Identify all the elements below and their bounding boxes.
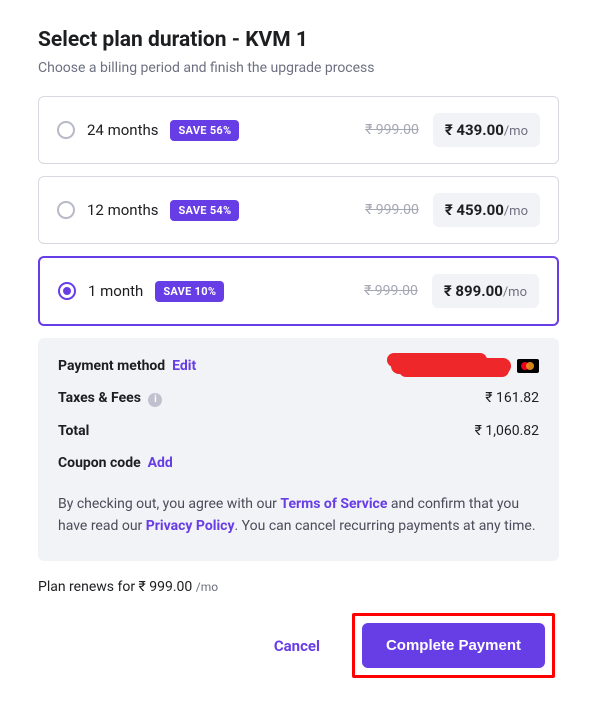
taxes-row: Taxes & Fees i ₹ 161.82 (58, 390, 539, 407)
plan-option-1-month[interactable]: 1 month SAVE 10% ₹ 999.00 ₹ 899.00/mo (38, 256, 559, 326)
plan-strike-price: ₹ 999.00 (365, 202, 419, 218)
taxes-value: ₹ 161.82 (485, 390, 539, 406)
plan-label: 1 month (88, 282, 143, 300)
coupon-row: Coupon code Add (58, 455, 539, 471)
total-row: Total ₹ 1,060.82 (58, 423, 539, 439)
cancel-button[interactable]: Cancel (274, 637, 320, 655)
radio-icon (57, 121, 75, 139)
radio-icon (57, 201, 75, 219)
save-badge: SAVE 56% (170, 120, 239, 141)
plan-label: 12 months (87, 201, 158, 219)
mastercard-icon (517, 359, 539, 373)
page-title: Select plan duration - KVM 1 (38, 28, 559, 52)
privacy-policy-link[interactable]: Privacy Policy (146, 518, 235, 534)
renewal-notice: Plan renews for ₹ 999.00 /mo (38, 579, 559, 595)
plan-left: 24 months SAVE 56% (57, 120, 239, 141)
plan-strike-price: ₹ 999.00 (364, 283, 418, 299)
save-badge: SAVE 54% (170, 200, 239, 221)
info-icon[interactable]: i (148, 393, 162, 407)
add-coupon-link[interactable]: Add (148, 455, 173, 471)
coupon-label: Coupon code (58, 455, 141, 471)
highlight-box: Complete Payment (352, 613, 555, 678)
radio-icon (58, 282, 76, 300)
plan-right: ₹ 999.00 ₹ 899.00/mo (364, 274, 539, 308)
total-label: Total (58, 423, 89, 439)
complete-payment-button[interactable]: Complete Payment (362, 623, 545, 668)
plan-price: ₹ 459.00/mo (433, 193, 540, 227)
plan-option-24-months[interactable]: 24 months SAVE 56% ₹ 999.00 ₹ 439.00/mo (38, 96, 559, 164)
plan-option-12-months[interactable]: 12 months SAVE 54% ₹ 999.00 ₹ 459.00/mo (38, 176, 559, 244)
save-badge: SAVE 10% (155, 281, 224, 302)
taxes-label: Taxes & Fees (58, 390, 141, 406)
plan-left: 12 months SAVE 54% (57, 200, 239, 221)
payment-method-row: Payment method Edit (58, 358, 539, 374)
action-bar: Cancel Complete Payment (38, 613, 559, 678)
plan-price: ₹ 439.00/mo (433, 113, 540, 147)
redacted-card-number (391, 358, 511, 374)
plan-right: ₹ 999.00 ₹ 459.00/mo (365, 193, 540, 227)
order-summary: Payment method Edit Taxes & Fees i ₹ 161… (38, 338, 559, 561)
edit-payment-link[interactable]: Edit (172, 358, 196, 374)
terms-text: By checking out, you agree with our Term… (58, 493, 539, 538)
payment-method-label: Payment method (58, 358, 165, 374)
payment-method-display (391, 358, 539, 374)
plan-left: 1 month SAVE 10% (58, 281, 224, 302)
plan-strike-price: ₹ 999.00 (365, 122, 419, 138)
terms-of-service-link[interactable]: Terms of Service (280, 496, 387, 512)
plan-label: 24 months (87, 121, 158, 139)
plan-duration-modal: Select plan duration - KVM 1 Choose a bi… (0, 0, 597, 720)
total-value: ₹ 1,060.82 (475, 423, 539, 439)
plan-price: ₹ 899.00/mo (432, 274, 539, 308)
page-subtitle: Choose a billing period and finish the u… (38, 60, 559, 76)
plan-right: ₹ 999.00 ₹ 439.00/mo (365, 113, 540, 147)
